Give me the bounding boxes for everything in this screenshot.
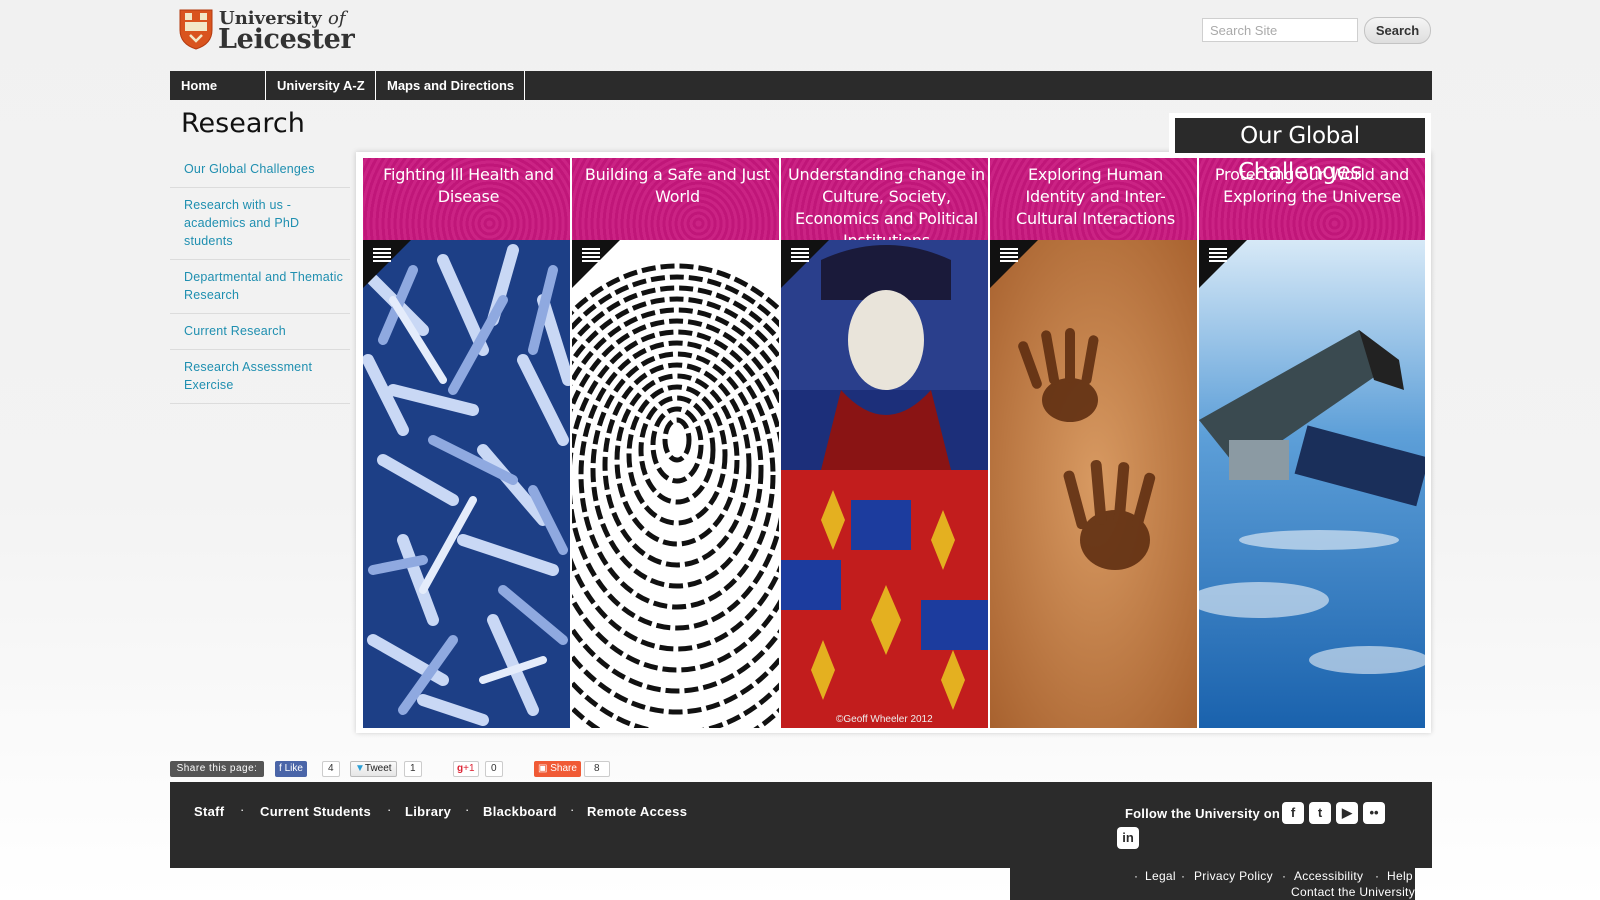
footer-separator: · <box>387 802 392 817</box>
footer-link-current-students[interactable]: Current Students <box>260 804 371 819</box>
gplus-label: +1 <box>463 763 475 774</box>
footer-separator: · <box>465 802 470 817</box>
stained-glass-king-image[interactable]: ©Geoff Wheeler 2012 <box>781 240 992 728</box>
side-item-current-research[interactable]: Current Research <box>170 314 350 350</box>
like-count: 4 <box>322 761 340 777</box>
page-title: Research <box>181 108 305 139</box>
menu-icon[interactable] <box>791 248 809 262</box>
linkedin-icon[interactable]: in <box>1117 827 1139 849</box>
legal-bar: · Legal · Privacy Policy · Accessibility… <box>1010 868 1415 900</box>
google-plus-button[interactable]: g+1 <box>453 761 479 777</box>
legal-separator: · <box>1282 869 1286 883</box>
footer: Staff · Current Students · Library · Bla… <box>170 782 1432 868</box>
crest-icon <box>179 9 213 50</box>
challenge-column-safe-world[interactable]: Building a Safe and Just World <box>572 158 783 728</box>
nav-university-a-z[interactable]: University A-Z <box>266 71 376 100</box>
challenge-title[interactable]: Building a Safe and Just World <box>572 158 783 240</box>
share-count: 8 <box>584 761 610 777</box>
satellite-over-earth-image[interactable] <box>1199 240 1425 728</box>
fingerprint-image[interactable] <box>572 240 783 728</box>
side-menu: Our Global Challenges Research with us -… <box>170 152 350 404</box>
share-button-label: Share <box>550 763 577 774</box>
top-navigation: Home University A-Z Maps and Directions <box>170 71 1432 100</box>
menu-icon[interactable] <box>1209 248 1227 262</box>
challenge-column-health[interactable]: Fighting Ill Health and Disease <box>363 158 574 728</box>
tweet-count: 1 <box>404 761 422 777</box>
legal-separator: · <box>1134 869 1138 883</box>
nav-home[interactable]: Home <box>170 71 266 100</box>
legal-link-legal[interactable]: Legal <box>1145 869 1176 883</box>
share-bar: Share this page: f Like 4 ▼Tweet 1 g+1 0… <box>170 761 870 779</box>
global-challenges-panel: Fighting Ill Health and Disease Building… <box>356 152 1431 733</box>
legal-link-privacy-policy[interactable]: Privacy Policy <box>1194 869 1273 883</box>
photo-credit: ©Geoff Wheeler 2012 <box>836 714 933 725</box>
side-item-departmental-thematic-research[interactable]: Departmental and Thematic Research <box>170 260 350 314</box>
share-button[interactable]: ▣ Share <box>534 761 581 777</box>
legal-link-accessibility[interactable]: Accessibility <box>1294 869 1363 883</box>
gplus-count: 0 <box>485 761 503 777</box>
footer-separator: · <box>240 802 245 817</box>
footer-link-blackboard[interactable]: Blackboard <box>483 804 557 819</box>
footer-separator: · <box>570 802 575 817</box>
menu-icon[interactable] <box>373 248 391 262</box>
contact-university-link[interactable]: Contact the University <box>1291 885 1415 899</box>
challenges-heading-container: Our Global Challenges <box>1169 113 1431 185</box>
facebook-like-button[interactable]: f Like <box>275 761 307 777</box>
challenge-column-world-universe[interactable]: Protecting our World and Exploring the U… <box>1199 158 1425 728</box>
flickr-icon[interactable]: •• <box>1363 802 1385 824</box>
footer-link-staff[interactable]: Staff <box>194 804 224 819</box>
challenge-column-human-identity[interactable]: Exploring Human Identity and Inter-Cultu… <box>990 158 1201 728</box>
logo-wordmark-main: Leicester <box>218 24 355 55</box>
side-item-research-assessment-exercise[interactable]: Research Assessment Exercise <box>170 350 350 404</box>
challenge-title[interactable]: Exploring Human Identity and Inter-Cultu… <box>990 158 1201 240</box>
bacteria-image[interactable] <box>363 240 574 728</box>
tweet-button[interactable]: ▼Tweet <box>350 761 397 777</box>
share-label: Share this page: <box>170 761 264 777</box>
youtube-icon[interactable]: ▶ <box>1336 802 1358 824</box>
tweet-label: Tweet <box>364 763 392 774</box>
menu-icon[interactable] <box>1000 248 1018 262</box>
facebook-icon[interactable]: f <box>1282 802 1304 824</box>
challenge-title[interactable]: Understanding change in Culture, Society… <box>781 158 992 250</box>
search-input[interactable] <box>1202 18 1358 42</box>
challenges-heading: Our Global Challenges <box>1175 118 1425 185</box>
footer-link-library[interactable]: Library <box>405 804 451 819</box>
menu-icon[interactable] <box>582 248 600 262</box>
legal-link-help[interactable]: Help <box>1387 869 1413 883</box>
twitter-icon[interactable]: t <box>1309 802 1331 824</box>
footer-link-remote-access[interactable]: Remote Access <box>587 804 687 819</box>
twitter-icon: ▼ <box>355 763 365 774</box>
legal-separator: · <box>1375 869 1379 883</box>
legal-separator: · <box>1181 869 1185 883</box>
search-button[interactable]: Search <box>1364 17 1431 44</box>
follow-text: Follow the University on <box>1125 806 1281 821</box>
like-label: Like <box>284 763 303 774</box>
challenge-title[interactable]: Fighting Ill Health and Disease <box>363 158 574 240</box>
side-item-research-with-us[interactable]: Research with us - academics and PhD stu… <box>170 188 350 260</box>
side-item-our-global-challenges[interactable]: Our Global Challenges <box>170 152 350 188</box>
nav-maps-and-directions[interactable]: Maps and Directions <box>376 71 525 100</box>
handprints-in-sand-image[interactable] <box>990 240 1201 728</box>
share-icon: ▣ <box>538 763 548 774</box>
university-logo[interactable]: University of Leicester <box>179 8 359 55</box>
challenge-column-culture-society[interactable]: Understanding change in Culture, Society… <box>781 158 992 728</box>
